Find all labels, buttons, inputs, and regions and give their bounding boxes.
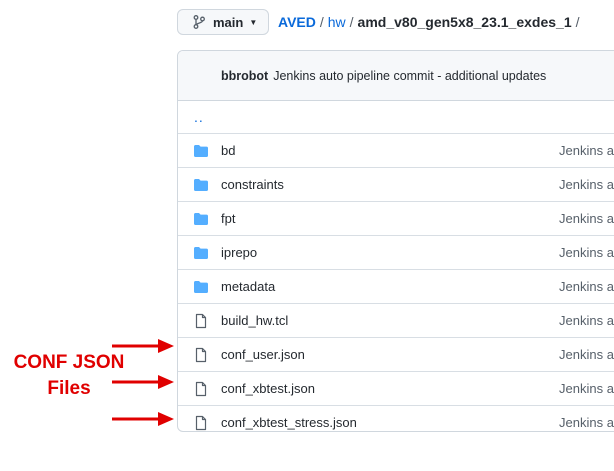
latest-commit-bar: bbrobot Jenkins auto pipeline commit - a… [178,51,614,101]
folder-icon [193,177,209,193]
file-row[interactable]: bd Jenkins au [178,134,614,168]
file-name-link[interactable]: conf_xbtest_stress.json [221,415,357,430]
file-commit-message-link[interactable]: Jenkins au [559,211,614,226]
file-name-link[interactable]: metadata [221,279,275,294]
file-name-link[interactable]: fpt [221,211,235,226]
folder-icon [193,245,209,261]
commit-author-link[interactable]: bbrobot [221,69,268,83]
red-arrow-icon [112,339,174,353]
file-list: bd Jenkins au constraints Jenkins au fpt Jenk… [178,134,614,431]
breadcrumb: AVED / hw / amd_v80_gen5x8_23.1_exdes_1 … [278,12,584,32]
file-name-link[interactable]: conf_xbtest.json [221,381,315,396]
file-commit-message-link[interactable]: Jenkins au [559,381,614,396]
red-arrow-icon [112,412,174,426]
folder-icon [193,211,209,227]
file-row[interactable]: metadata Jenkins au [178,270,614,304]
branch-label: main [213,14,244,30]
breadcrumb-separator: / [575,14,580,30]
file-row[interactable]: build_hw.tcl Jenkins au [178,304,614,338]
file-commit-message-link[interactable]: Jenkins au [559,143,614,158]
red-arrow-icon [112,375,174,389]
breadcrumb-hw-link[interactable]: hw [328,14,346,30]
folder-icon [193,279,209,295]
file-row[interactable]: conf_user.json Jenkins au [178,338,614,372]
file-name-link[interactable]: bd [221,143,235,158]
file-row[interactable]: constraints Jenkins au [178,168,614,202]
file-icon [193,415,209,431]
git-branch-icon [193,15,205,29]
file-commit-message-link[interactable]: Jenkins au [559,313,614,328]
file-commit-message-link[interactable]: Jenkins au [559,415,614,430]
file-icon [193,347,209,363]
file-browser: bbrobot Jenkins auto pipeline commit - a… [177,50,614,432]
page: main ▼ AVED / hw / amd_v80_gen5x8_23.1_e… [0,0,614,471]
file-name-link[interactable]: iprepo [221,245,257,260]
breadcrumb-root-link[interactable]: AVED [278,14,316,30]
file-commit-message-link[interactable]: Jenkins au [559,347,614,362]
file-icon [193,313,209,329]
breadcrumb-separator: / [349,14,354,30]
file-commit-message-link[interactable]: Jenkins au [559,245,614,260]
breadcrumb-separator: / [319,14,324,30]
breadcrumb-current: amd_v80_gen5x8_23.1_exdes_1 [357,14,572,30]
file-commit-message-link[interactable]: Jenkins au [559,177,614,192]
file-row[interactable]: conf_xbtest_stress.json Jenkins au [178,406,614,431]
chevron-down-icon: ▼ [249,17,258,27]
parent-directory-row[interactable]: .. [178,101,614,134]
file-name-link[interactable]: build_hw.tcl [221,313,288,328]
file-row[interactable]: iprepo Jenkins au [178,236,614,270]
commit-message-link[interactable]: Jenkins auto pipeline commit - additiona… [273,69,546,83]
branch-selector-button[interactable]: main ▼ [177,9,269,35]
file-icon [193,381,209,397]
file-row[interactable]: fpt Jenkins au [178,202,614,236]
file-name-link[interactable]: constraints [221,177,284,192]
file-commit-message-link[interactable]: Jenkins au [559,279,614,294]
parent-directory-link[interactable]: .. [194,109,204,125]
folder-icon [193,143,209,159]
file-name-link[interactable]: conf_user.json [221,347,305,362]
file-row[interactable]: conf_xbtest.json Jenkins au [178,372,614,406]
